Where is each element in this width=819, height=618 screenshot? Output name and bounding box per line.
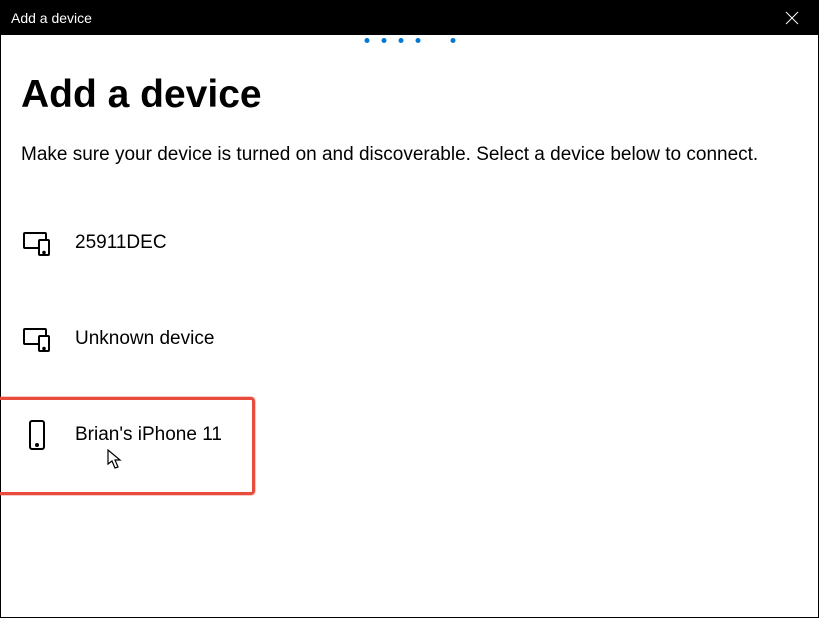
device-item[interactable]: Brian's iPhone 11: [21, 401, 798, 469]
multi-device-icon: [21, 323, 53, 355]
device-list: 25911DEC Unknown device Brian's iPhone 1…: [21, 209, 798, 469]
close-button[interactable]: [770, 1, 814, 35]
device-label: Unknown device: [75, 328, 214, 350]
device-label: Brian's iPhone 11: [75, 424, 222, 446]
device-item[interactable]: 25911DEC: [21, 209, 798, 277]
phone-icon: [21, 419, 53, 451]
close-icon: [785, 11, 799, 25]
titlebar-title: Add a device: [11, 10, 92, 26]
multi-device-icon: [21, 227, 53, 259]
dialog-content: Add a device Make sure your device is tu…: [1, 35, 818, 489]
titlebar: Add a device: [1, 1, 818, 35]
device-label: 25911DEC: [75, 232, 167, 254]
dialog-heading: Add a device: [21, 73, 798, 117]
dialog-description: Make sure your device is turned on and d…: [21, 141, 781, 169]
device-item[interactable]: Unknown device: [21, 305, 798, 373]
